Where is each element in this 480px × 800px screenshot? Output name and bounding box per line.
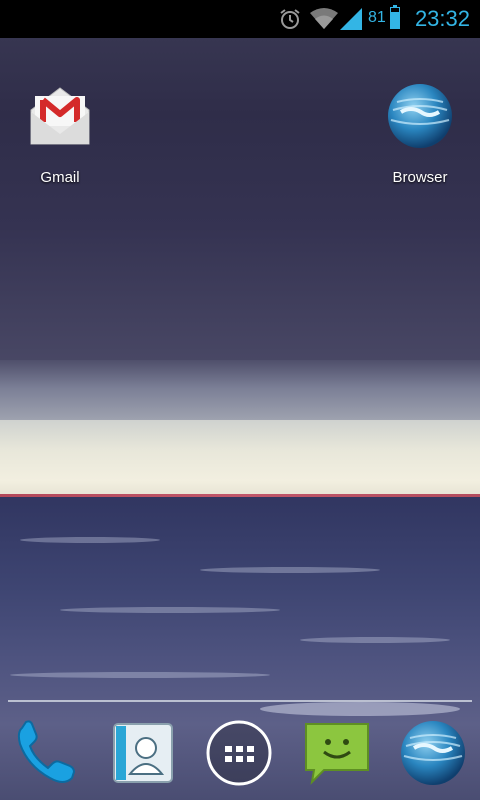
dock-phone[interactable] <box>12 718 82 788</box>
gmail-label: Gmail <box>40 169 80 186</box>
alarm-icon <box>280 9 300 29</box>
gmail-shortcut[interactable]: Gmail <box>10 82 110 186</box>
wave <box>20 537 160 543</box>
contacts-icon <box>113 723 173 783</box>
status-time: 23:32 <box>414 6 470 31</box>
app-drawer-icon <box>206 720 272 786</box>
browser-icon <box>388 84 452 148</box>
battery-percent: 81 <box>368 9 386 26</box>
messaging-icon <box>305 723 369 785</box>
browser-shortcut[interactable]: Browser <box>370 82 470 186</box>
wifi-icon <box>310 8 338 29</box>
phone-icon <box>17 720 76 783</box>
dock-browser[interactable] <box>398 718 468 788</box>
browser-label: Browser <box>392 169 448 186</box>
battery-fill <box>391 11 399 28</box>
wave <box>200 567 380 573</box>
battery-icon <box>390 5 400 29</box>
status-bar: 81 23:32 <box>0 0 480 38</box>
wave <box>300 637 450 643</box>
dock-app-drawer[interactable] <box>204 718 274 788</box>
dock-divider <box>8 700 472 702</box>
wave <box>10 672 270 678</box>
dock-messaging[interactable] <box>302 718 372 788</box>
browser-icon <box>401 721 465 785</box>
wallpaper-horizon-light <box>0 420 480 496</box>
wave <box>260 702 460 716</box>
signal-icon <box>340 8 362 30</box>
wave <box>60 607 280 613</box>
dock-contacts[interactable] <box>108 718 178 788</box>
wallpaper-sky <box>0 0 480 380</box>
gmail-icon <box>30 87 90 145</box>
